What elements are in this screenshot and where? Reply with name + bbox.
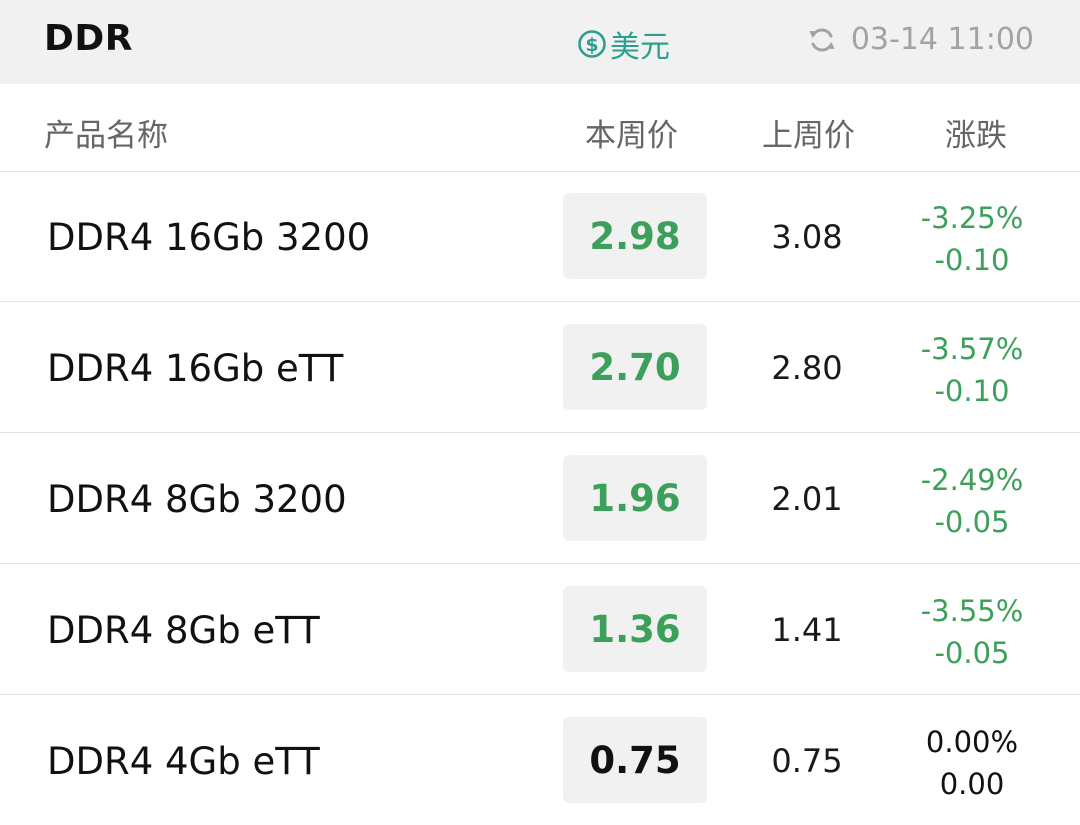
this-week-price: 1.36	[563, 586, 707, 672]
table-row[interactable]: DDR4 16Gb eTT 2.70 2.80 -3.57% -0.10	[0, 302, 1080, 433]
price-change: 0.00% 0.00	[902, 721, 1042, 805]
table-row[interactable]: DDR4 4Gb eTT 0.75 0.75 0.00% 0.00	[0, 695, 1080, 825]
update-info: 03-14 11:00	[807, 22, 1034, 57]
table-row[interactable]: DDR4 16Gb 3200 2.98 3.08 -3.25% -0.10	[0, 171, 1080, 302]
column-header-change[interactable]: 涨跌	[945, 110, 1007, 155]
product-name: DDR4 16Gb 3200	[47, 216, 371, 259]
change-amount: -0.05	[934, 505, 1010, 539]
product-name: DDR4 8Gb eTT	[47, 609, 320, 652]
currency-toggle[interactable]: $ 美元	[577, 22, 670, 66]
change-amount: -0.10	[934, 243, 1010, 277]
refresh-icon[interactable]	[807, 25, 837, 55]
update-time: 03-14 11:00	[850, 22, 1034, 57]
product-name: DDR4 8Gb 3200	[47, 478, 347, 521]
change-amount: -0.10	[934, 374, 1010, 408]
change-amount: -0.05	[934, 636, 1010, 670]
column-header-name: 产品名称	[44, 118, 168, 154]
table-row[interactable]: DDR4 8Gb eTT 1.36 1.41 -3.55% -0.05	[0, 564, 1080, 695]
change-percent: -3.25%	[920, 201, 1024, 235]
svg-text:$: $	[585, 34, 598, 56]
change-percent: -3.57%	[920, 332, 1024, 366]
last-week-price: 1.41	[771, 611, 843, 649]
last-week-price: 2.01	[771, 480, 843, 518]
change-percent: -2.49%	[920, 463, 1024, 497]
product-name: DDR4 16Gb eTT	[47, 347, 344, 390]
table-row[interactable]: DDR4 8Gb 3200 1.96 2.01 -2.49% -0.05	[0, 433, 1080, 564]
top-bar: DDR $ 美元 03-14 11:00	[0, 0, 1080, 84]
price-change: -2.49% -0.05	[902, 459, 1042, 543]
page-title: DDR	[44, 18, 133, 59]
table-header: 产品名称 本周价 上周价 涨跌	[0, 84, 1080, 172]
column-header-this-week[interactable]: 本周价	[585, 110, 678, 155]
this-week-price: 0.75	[563, 717, 707, 803]
price-change: -3.57% -0.10	[902, 328, 1042, 412]
last-week-price: 2.80	[771, 349, 843, 387]
change-percent: -3.55%	[920, 594, 1024, 628]
change-amount: 0.00	[939, 767, 1005, 801]
change-percent: 0.00%	[925, 725, 1019, 759]
this-week-price: 1.96	[563, 455, 707, 541]
column-header-last-week[interactable]: 上周价	[762, 110, 855, 155]
last-week-price: 0.75	[771, 742, 843, 780]
this-week-price: 2.70	[563, 324, 707, 410]
last-week-price: 3.08	[771, 218, 843, 256]
this-week-price: 2.98	[563, 193, 707, 279]
price-change: -3.55% -0.05	[902, 590, 1042, 674]
dollar-circle-icon: $	[577, 29, 607, 59]
price-change: -3.25% -0.10	[902, 197, 1042, 281]
product-name: DDR4 4Gb eTT	[47, 740, 320, 783]
currency-label: 美元	[610, 30, 670, 65]
price-table: DDR4 16Gb 3200 2.98 3.08 -3.25% -0.10 DD…	[0, 171, 1080, 825]
